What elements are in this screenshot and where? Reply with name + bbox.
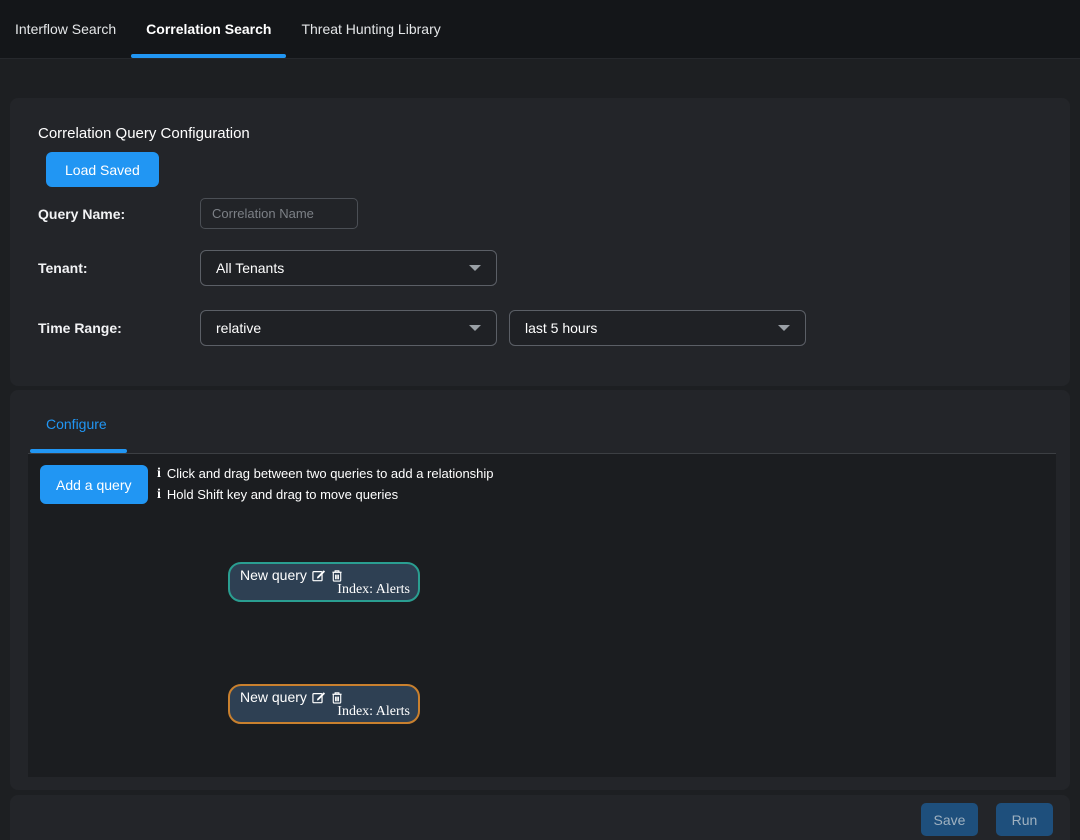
chevron-down-icon	[469, 325, 481, 331]
query-name-label: Query Name:	[38, 206, 200, 222]
query-node-header: New query	[230, 686, 418, 705]
query-name-row: Query Name:	[38, 198, 358, 229]
time-range-type-value: relative	[216, 320, 261, 336]
hint-text: Click and drag between two queries to ad…	[167, 463, 494, 484]
chevron-down-icon	[469, 265, 481, 271]
canvas-hints: i Click and drag between two queries to …	[157, 463, 494, 505]
tenant-selected-value: All Tenants	[216, 260, 284, 276]
tab-label: Threat Hunting Library	[301, 21, 440, 37]
footer-buttons: Save Run	[921, 803, 1053, 836]
query-node-1[interactable]: New query Index: Alerts	[228, 562, 420, 602]
time-range-value-select[interactable]: last 5 hours	[509, 310, 806, 346]
configure-panel: Configure Add a query i Click and drag b…	[10, 390, 1070, 790]
add-query-button[interactable]: Add a query	[40, 465, 148, 504]
tenant-select[interactable]: All Tenants	[200, 250, 497, 286]
info-icon: i	[157, 463, 161, 484]
footer-action-bar: Save Run	[10, 795, 1070, 840]
hint-relationship: i Click and drag between two queries to …	[157, 463, 494, 484]
tab-correlation-search[interactable]: Correlation Search	[131, 0, 286, 58]
tab-configure[interactable]: Configure	[46, 416, 107, 432]
hint-move: i Hold Shift key and drag to move querie…	[157, 484, 494, 505]
tab-threat-hunting-library[interactable]: Threat Hunting Library	[286, 0, 455, 58]
info-icon: i	[157, 484, 161, 505]
chevron-down-icon	[778, 325, 790, 331]
query-node-header: New query	[230, 564, 418, 583]
run-button[interactable]: Run	[996, 803, 1053, 836]
edit-icon[interactable]	[312, 691, 326, 704]
query-node-index-label: Index: Alerts	[337, 582, 410, 598]
query-node-2[interactable]: New query Index: Alerts	[228, 684, 420, 724]
query-node-title: New query	[240, 689, 307, 705]
tab-label: Correlation Search	[146, 21, 271, 37]
tenant-label: Tenant:	[38, 260, 200, 276]
query-graph-canvas[interactable]: Add a query i Click and drag between two…	[28, 453, 1056, 777]
query-node-index-label: Index: Alerts	[337, 704, 410, 720]
save-button[interactable]: Save	[921, 803, 978, 836]
tenant-row: Tenant: All Tenants	[38, 250, 497, 286]
trash-icon[interactable]	[331, 691, 343, 704]
time-range-type-select[interactable]: relative	[200, 310, 497, 346]
time-range-value: last 5 hours	[525, 320, 597, 336]
tab-interflow-search[interactable]: Interflow Search	[0, 0, 131, 58]
time-range-row: Time Range: relative last 5 hours	[38, 310, 806, 346]
query-name-input[interactable]	[200, 198, 358, 229]
hint-text: Hold Shift key and drag to move queries	[167, 484, 398, 505]
edit-icon[interactable]	[312, 569, 326, 582]
time-range-label: Time Range:	[38, 320, 200, 336]
panel-title: Correlation Query Configuration	[38, 125, 250, 142]
load-saved-button[interactable]: Load Saved	[46, 152, 159, 187]
tab-label: Interflow Search	[15, 21, 116, 37]
query-node-title: New query	[240, 567, 307, 583]
active-tab-underline	[30, 449, 127, 453]
correlation-query-configuration-panel: Correlation Query Configuration Load Sav…	[10, 98, 1070, 386]
top-tab-bar: Interflow Search Correlation Search Thre…	[0, 0, 1080, 59]
trash-icon[interactable]	[331, 569, 343, 582]
